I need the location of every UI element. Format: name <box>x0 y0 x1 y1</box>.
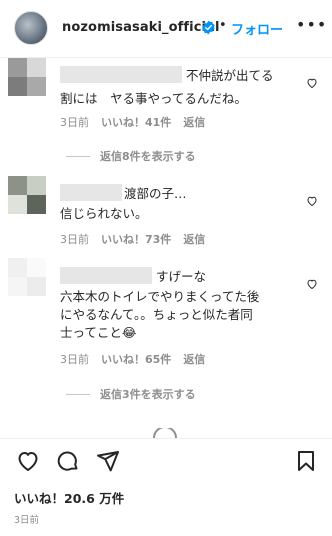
comment-text-line: 割には ヤる事やってるんだね。 <box>60 91 247 106</box>
comment-time: 3日前 <box>60 233 89 246</box>
verified-badge-icon <box>202 20 215 35</box>
post-actions-bar <box>0 438 332 488</box>
avatar-pixel <box>27 195 46 214</box>
commenter-name-redacted[interactable] <box>60 267 152 284</box>
comment-meta: 3日前 いいね！65件 返信 <box>60 351 205 367</box>
commenter-name-redacted[interactable] <box>60 184 122 201</box>
share-icon[interactable] <box>96 449 120 473</box>
commenter-avatar[interactable] <box>8 58 46 96</box>
avatar-pixel <box>8 277 27 296</box>
post-date: 3日前 <box>14 515 40 526</box>
comment-like-count[interactable]: いいね！73件 <box>101 231 171 247</box>
view-replies-button[interactable]: 返信3件を表示する <box>66 386 196 402</box>
comment-text-line: 六本木のトイレでやりまくってた後 <box>60 289 260 304</box>
avatar-pixel <box>8 176 27 195</box>
avatar-pixel <box>27 277 46 296</box>
comment-text-line: にやるなんて。。ちょっと似た者同 <box>60 307 253 322</box>
comment-like-icon[interactable] <box>306 77 318 89</box>
post-header: nozomisasaki_official • フォロー ••• <box>0 0 332 58</box>
comment-like-icon[interactable] <box>306 195 318 207</box>
comment-icon[interactable] <box>56 449 80 473</box>
profile-avatar[interactable] <box>14 11 48 45</box>
reply-button[interactable]: 返信 <box>183 231 205 247</box>
username[interactable]: nozomisasaki_official <box>62 20 220 35</box>
avatar-pixel <box>8 195 27 214</box>
comment-text-line: 信じられない。 <box>60 206 148 221</box>
loading-spinner-icon <box>153 428 177 438</box>
comment-text-line: 士ってこと😂 <box>60 325 137 340</box>
comment-text-line: 渡部の子… <box>124 186 187 201</box>
avatar-pixel <box>27 77 46 96</box>
replies-divider <box>66 393 90 395</box>
header-separator: • <box>219 18 227 33</box>
reply-button[interactable]: 返信 <box>183 114 205 130</box>
more-options-button[interactable]: ••• <box>296 15 327 34</box>
post-like-count[interactable]: いいね！20.6 万件 <box>14 488 124 507</box>
comment-text-line: 不仲説が出てる <box>186 68 274 83</box>
comment-time: 3日前 <box>60 116 89 129</box>
commenter-avatar[interactable] <box>8 258 46 296</box>
like-heart-icon[interactable] <box>16 449 40 473</box>
avatar-pixel <box>27 258 46 277</box>
comment-like-count[interactable]: いいね！41件 <box>101 114 171 130</box>
comment-time: 3日前 <box>60 353 89 366</box>
follow-button[interactable]: フォロー <box>231 19 283 38</box>
view-replies-button[interactable]: 返信8件を表示する <box>66 148 196 164</box>
avatar-pixel <box>27 58 46 77</box>
replies-divider <box>66 155 90 157</box>
comment-like-count[interactable]: いいね！65件 <box>101 351 171 367</box>
avatar-pixel <box>8 58 27 77</box>
avatar-pixel <box>8 258 27 277</box>
commenter-name-redacted[interactable] <box>60 66 182 83</box>
view-replies-label: 返信3件を表示する <box>100 388 196 401</box>
view-replies-label: 返信8件を表示する <box>100 150 196 163</box>
bookmark-icon[interactable] <box>294 449 318 473</box>
comment-text-line: すげーな <box>156 269 207 284</box>
avatar-pixel <box>27 176 46 195</box>
avatar-pixel <box>8 77 27 96</box>
commenter-avatar[interactable] <box>8 176 46 214</box>
comment-like-icon[interactable] <box>306 278 318 290</box>
reply-button[interactable]: 返信 <box>183 351 205 367</box>
comment-meta: 3日前 いいね！73件 返信 <box>60 231 205 247</box>
comment-meta: 3日前 いいね！41件 返信 <box>60 114 205 130</box>
